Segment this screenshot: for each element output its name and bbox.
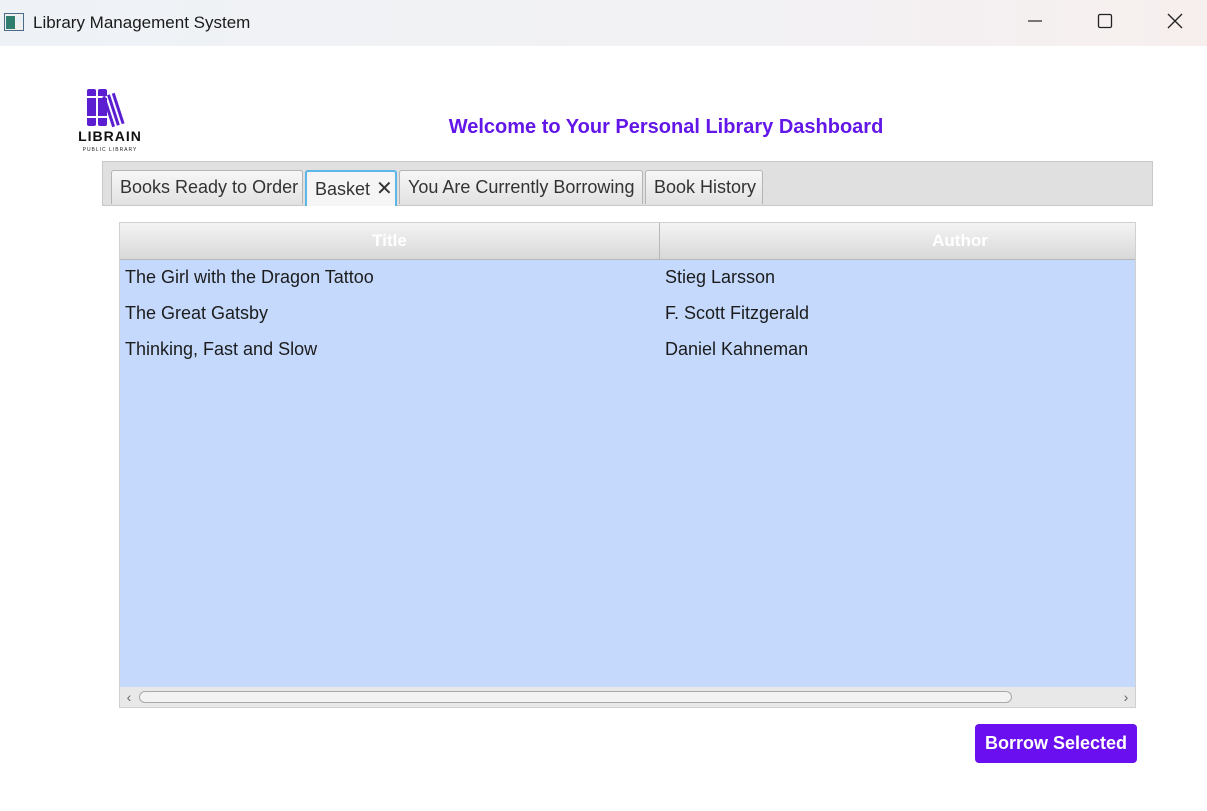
close-window-button[interactable] bbox=[1140, 0, 1207, 46]
horizontal-scrollbar[interactable]: ‹ › bbox=[120, 687, 1135, 707]
tab-book-history[interactable]: Book History bbox=[645, 170, 763, 204]
basket-table[interactable]: Title Author The Girl with the Dragon Ta… bbox=[119, 222, 1136, 708]
table-header: Title Author bbox=[120, 223, 1135, 260]
borrow-selected-button[interactable]: Borrow Selected bbox=[975, 724, 1137, 763]
books-logo-icon bbox=[87, 89, 125, 128]
librain-logo bbox=[70, 86, 150, 156]
cell-author: Daniel Kahneman bbox=[665, 339, 809, 359]
app-icon bbox=[4, 13, 24, 31]
cell-author: F. Scott Fitzgerald bbox=[665, 303, 810, 323]
cell-title: The Great Gatsby bbox=[125, 303, 269, 323]
tab-books-ready-to-order[interactable]: Books Ready to Order bbox=[111, 170, 303, 204]
tab-currently-borrowing[interactable]: You Are Currently Borrowing bbox=[399, 170, 643, 204]
table-row[interactable]: Thinking, Fast and Slow Daniel Kahneman bbox=[120, 331, 1135, 367]
minimize-icon bbox=[1027, 13, 1043, 34]
minimize-button[interactable] bbox=[1000, 0, 1070, 46]
logo-text: LIBRAIN bbox=[78, 128, 142, 144]
scrollbar-thumb[interactable] bbox=[139, 691, 1012, 703]
tab-basket[interactable]: Basket ✕ bbox=[305, 170, 397, 206]
column-header-title[interactable]: Title bbox=[120, 223, 660, 259]
close-icon bbox=[1167, 13, 1183, 34]
tab-label: Book History bbox=[654, 177, 757, 197]
window-titlebar: Library Management System bbox=[0, 0, 1207, 46]
scroll-left-icon[interactable]: ‹ bbox=[122, 687, 136, 707]
cell-author: Stieg Larsson bbox=[665, 267, 776, 287]
close-tab-icon[interactable]: ✕ bbox=[376, 179, 393, 199]
column-header-author[interactable]: Author bbox=[660, 223, 1135, 259]
scroll-right-icon[interactable]: › bbox=[1119, 687, 1133, 707]
welcome-heading: Welcome to Your Personal Library Dashboa… bbox=[448, 116, 884, 138]
tab-label: Basket bbox=[315, 178, 371, 199]
window-title: Library Management System bbox=[33, 13, 251, 32]
table-row[interactable]: The Great Gatsby F. Scott Fitzgerald bbox=[120, 295, 1135, 331]
tab-label: You Are Currently Borrowing bbox=[408, 177, 635, 197]
cell-title: Thinking, Fast and Slow bbox=[125, 339, 318, 359]
maximize-icon bbox=[1097, 13, 1113, 34]
cell-title: The Girl with the Dragon Tattoo bbox=[125, 267, 374, 287]
table-row[interactable]: The Girl with the Dragon Tattoo Stieg La… bbox=[120, 259, 1135, 295]
maximize-button[interactable] bbox=[1070, 0, 1140, 46]
logo-subtext: PUBLIC LIBRARY bbox=[82, 147, 138, 153]
tab-label: Books Ready to Order bbox=[120, 177, 299, 197]
